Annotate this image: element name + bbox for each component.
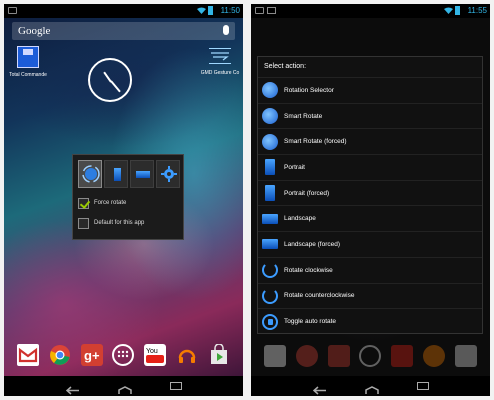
action-label: Rotate counterclockwise [284,292,355,300]
gesture-icon [209,48,231,64]
clock-minute-hand [110,80,121,93]
play-store-icon [454,345,477,367]
action-portrait[interactable]: Portrait [258,154,482,180]
svg-text:You: You [146,348,158,355]
rotation-selector-button[interactable] [78,160,102,188]
action-label: Rotate clockwise [284,266,333,274]
gmail-icon[interactable] [16,344,39,366]
shortcut-label: GMD Gesture Co [200,70,240,76]
app-drawer-icon[interactable] [112,344,135,366]
smart-rotate-forced-icon [262,133,278,150]
nav-bar [4,376,243,396]
action-landscape-forced[interactable]: Landscape (forced) [258,231,482,257]
force-rotate-checkbox[interactable] [78,197,89,209]
notification-icon [255,7,264,14]
action-label: Landscape (forced) [284,240,341,248]
force-rotate-row[interactable]: Force rotate [78,196,126,210]
action-label: Portrait (forced) [284,189,330,197]
back-icon[interactable] [65,382,79,395]
action-smart-rotate-forced[interactable]: Smart Rotate (forced) [258,128,482,154]
screenshot-page: 11:50 Google Total Commande GMD Gesture … [0,0,494,400]
wifi-icon [197,7,206,14]
chrome-icon [295,345,318,367]
default-app-checkbox[interactable] [78,217,89,229]
home-icon[interactable] [118,382,132,394]
action-portrait-forced[interactable]: Portrait (forced) [258,179,482,206]
action-label: Portrait [284,163,305,171]
battery-icon [208,6,213,15]
wifi-icon [444,7,453,14]
action-label: Toggle auto rotate [284,318,337,326]
nav-bar [251,376,490,396]
action-label: Smart Rotate [284,112,323,120]
default-app-row[interactable]: Default for this app [78,216,144,230]
portrait-icon [114,168,121,181]
action-rotate-clockwise[interactable]: Rotate clockwise [258,256,482,283]
portrait-icon [265,159,275,176]
status-bar: 11:50 [4,4,243,18]
mic-icon[interactable] [223,25,229,35]
analog-clock-widget[interactable] [88,58,132,102]
shortcut-label: Total Commande [9,72,47,78]
landscape-forced-icon [262,239,278,250]
app-dock: g+ You [4,341,243,369]
portrait-button[interactable] [104,160,128,188]
app-drawer-icon [359,345,382,367]
total-commander-shortcut[interactable]: Total Commande [8,46,48,78]
battery-icon [455,6,460,15]
rotate-counterclockwise-icon [262,287,278,304]
landscape-icon [136,171,150,178]
floppy-icon [17,46,39,68]
recent-apps-icon[interactable] [170,382,182,390]
action-list: Rotation Selector Smart Rotate Smart Rot… [258,77,482,334]
landscape-button[interactable] [130,160,154,188]
action-selector-screen: 11:55 Select action: Rotation Selector S… [251,4,490,396]
settings-button[interactable] [156,160,180,188]
smart-rotate-icon [262,108,278,125]
google-plus-icon[interactable]: g+ [80,344,103,366]
recent-apps-icon[interactable] [417,382,429,390]
play-music-icon [423,345,446,367]
landscape-icon [262,213,278,224]
rotation-selector-icon [262,82,278,99]
settings-icon [161,166,177,182]
chrome-icon[interactable] [49,344,71,366]
home-screen: 11:50 Google Total Commande GMD Gesture … [4,4,243,396]
google-plus-icon [327,345,350,367]
back-icon[interactable] [312,382,326,395]
action-rotate-counterclockwise[interactable]: Rotate counterclockwise [258,282,482,309]
force-rotate-label: Force rotate [94,200,127,206]
gmail-icon [263,345,286,367]
status-time: 11:55 [467,6,487,15]
rotation-dialog: Force rotate Default for this app [72,154,184,240]
svg-text:g+: g+ [84,348,100,363]
action-label: Rotation Selector [284,86,334,94]
action-toggle-auto-rotate[interactable]: Toggle auto rotate [258,308,482,334]
rotate-clockwise-icon [262,262,278,279]
action-landscape[interactable]: Landscape [258,205,482,231]
gmd-gesture-shortcut[interactable]: GMD Gesture Co [198,46,242,76]
status-bar: 11:55 [251,4,490,18]
select-action-menu: Select action: Rotation Selector Smart R… [257,56,483,334]
rotation-button-row [78,160,180,188]
dimmed-app-dock [251,344,490,368]
play-store-icon[interactable] [208,343,230,366]
portrait-forced-icon [265,185,275,202]
youtube-icon[interactable]: You [144,344,167,366]
action-rotation-selector[interactable]: Rotation Selector [258,77,482,103]
search-label: Google [18,25,51,37]
youtube-icon [391,345,414,367]
home-icon[interactable] [365,382,379,394]
play-music-icon[interactable] [176,344,198,366]
status-time: 11:50 [220,6,240,15]
action-smart-rotate[interactable]: Smart Rotate [258,102,482,129]
notification-icon [8,7,17,14]
default-app-label: Default for this app [94,220,145,226]
google-search-bar[interactable]: Google [12,22,235,40]
menu-title: Select action: [264,63,307,70]
toggle-auto-rotate-icon [262,313,278,330]
action-label: Landscape [284,215,316,223]
screenshot-notification-icon [267,7,276,14]
action-label: Smart Rotate (forced) [284,138,347,146]
